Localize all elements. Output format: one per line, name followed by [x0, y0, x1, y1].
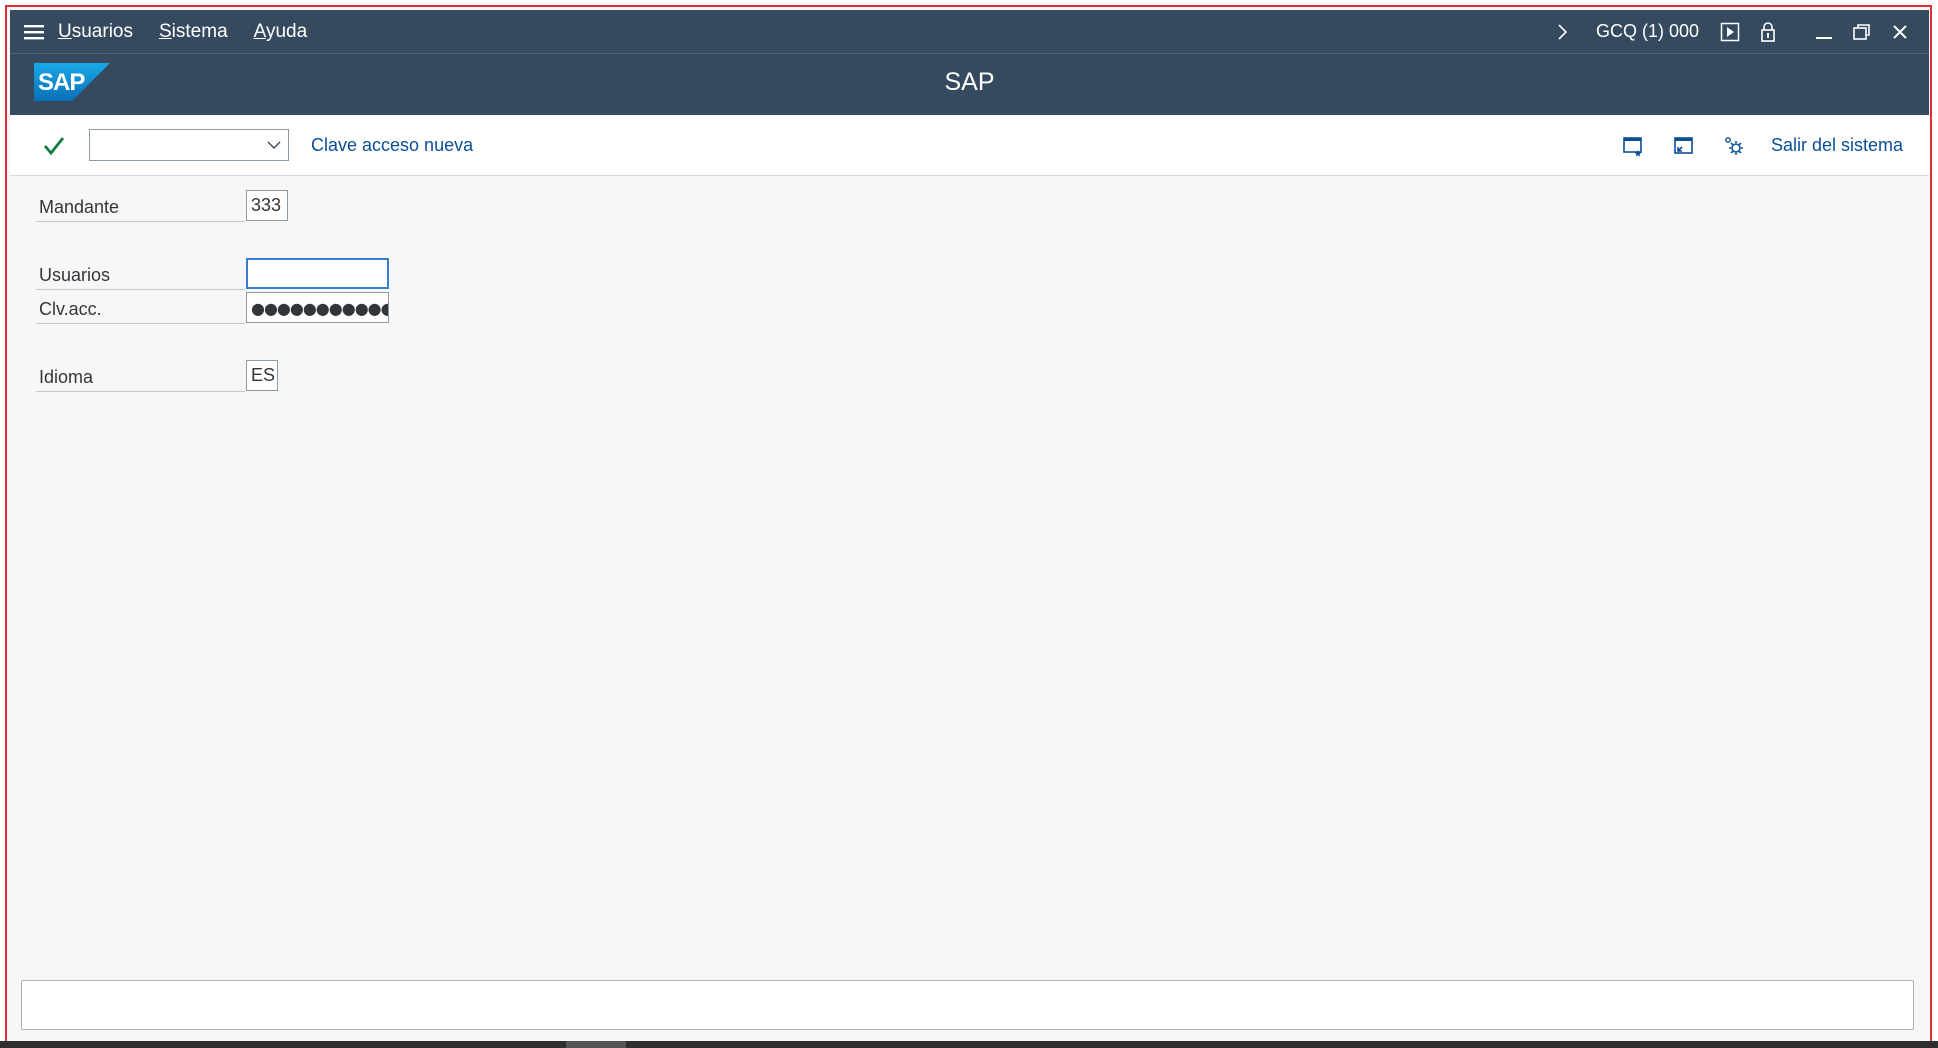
menu-usuarios[interactable]: Usuarios — [58, 21, 133, 43]
chevron-down-icon[interactable] — [266, 138, 282, 152]
password-input[interactable]: ●●●●●●●●●●●●● — [246, 292, 389, 323]
enter-check-icon[interactable] — [40, 132, 68, 160]
settings-gear-icon[interactable] — [1719, 131, 1749, 161]
play-recording-icon[interactable] — [1711, 10, 1749, 53]
user-label: Usuarios — [36, 258, 245, 290]
password-label: Clv.acc. — [36, 292, 245, 324]
taskbar-tab — [566, 1041, 626, 1048]
close-icon[interactable] — [1881, 10, 1919, 53]
restore-icon[interactable] — [1843, 10, 1881, 53]
language-label: Idioma — [36, 360, 245, 392]
system-info: GCQ (1) 000 — [1595, 21, 1699, 41]
minimize-icon[interactable] — [1805, 10, 1843, 53]
lock-icon[interactable] — [1749, 10, 1787, 53]
new-password-button[interactable]: Clave acceso nueva — [311, 135, 473, 156]
client-input[interactable]: 333 — [246, 190, 288, 221]
menu-hamburger-icon[interactable] — [10, 10, 58, 53]
sap-gui-window: Usuarios Sistema Ayuda GCQ (1) 000 SAP S… — [5, 5, 1932, 1043]
menu-ayuda[interactable]: Ayuda — [254, 21, 308, 43]
generate-shortcut-icon[interactable] — [1668, 131, 1698, 161]
taskbar-edge — [0, 1041, 1938, 1048]
status-bar[interactable] — [21, 980, 1914, 1030]
menu-bar: Usuarios Sistema Ayuda GCQ (1) 000 — [10, 10, 1929, 53]
application-toolbar: Clave acceso nueva Salir del sistema — [10, 115, 1929, 176]
client-label: Mandante — [36, 190, 245, 222]
create-session-icon[interactable] — [1618, 131, 1648, 161]
language-input[interactable]: ES — [246, 360, 278, 391]
user-input[interactable] — [246, 258, 389, 289]
page-title: SAP — [944, 68, 995, 96]
chevron-right-icon[interactable] — [1544, 10, 1582, 53]
logoff-button[interactable]: Salir del sistema — [1771, 135, 1903, 156]
title-bar: SAP SAP — [10, 53, 1929, 115]
command-field[interactable] — [89, 129, 289, 161]
menu-sistema[interactable]: Sistema — [159, 21, 228, 43]
